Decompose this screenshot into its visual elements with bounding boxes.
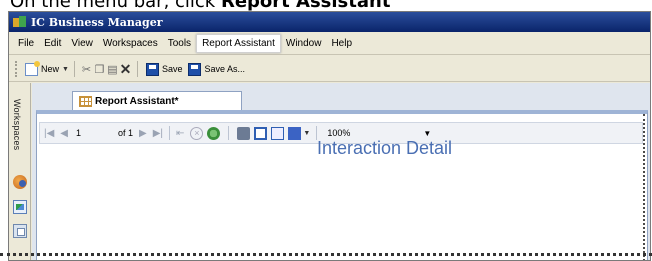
- previous-page-icon[interactable]: ◀: [60, 128, 68, 139]
- report-title: Interaction Detail: [316, 138, 453, 158]
- save-as-icon: [188, 62, 202, 76]
- workspace-area: Report Assistant* |◀ ◀ 1 of 1 ▶ ▶| ⇤ × ▼: [32, 83, 650, 260]
- tab-label: Report Assistant*: [95, 95, 179, 107]
- new-document-icon: [25, 60, 40, 76]
- menu-view[interactable]: View: [66, 35, 98, 52]
- back-icon[interactable]: ⇤: [176, 128, 184, 139]
- new-button-label: New: [41, 64, 60, 74]
- page-break-divider: [0, 253, 652, 261]
- page-number-input[interactable]: 1: [74, 128, 104, 138]
- main-toolbar: New ▼ ✂ ❐ ▤ ✕ Save Save As...: [9, 57, 650, 82]
- document-icon[interactable]: [13, 224, 27, 238]
- menu-edit[interactable]: Edit: [39, 35, 66, 52]
- new-button[interactable]: New: [22, 60, 62, 78]
- report-icon[interactable]: [13, 200, 27, 214]
- menu-window[interactable]: Window: [281, 35, 327, 52]
- last-page-icon[interactable]: ▶|: [153, 128, 163, 139]
- save-icon: [145, 62, 159, 76]
- instruction-target: Report Assistant: [220, 0, 391, 11]
- page-edge-divider: [643, 114, 645, 260]
- save-button[interactable]: Save: [143, 61, 186, 78]
- menu-file[interactable]: File: [13, 35, 39, 52]
- paste-icon[interactable]: ▤: [106, 63, 119, 76]
- delete-icon[interactable]: ✕: [119, 61, 132, 78]
- app-window: IC Business Manager File Edit View Works…: [8, 11, 651, 261]
- menu-help[interactable]: Help: [326, 35, 357, 52]
- toolbar-separator: [136, 61, 138, 77]
- export-dropdown-arrow-icon[interactable]: ▼: [303, 130, 310, 137]
- menu-workspaces[interactable]: Workspaces: [98, 35, 163, 52]
- next-page-icon[interactable]: ▶: [139, 128, 147, 139]
- toolbar-separator: [73, 61, 75, 77]
- interactions-icon[interactable]: [13, 175, 27, 189]
- save-as-button-label: Save As...: [204, 64, 245, 74]
- instruction-caption: On the menu bar, click Report Assistant: [10, 0, 650, 11]
- page-count: of 1: [118, 128, 134, 138]
- report-viewer: |◀ ◀ 1 of 1 ▶ ▶| ⇤ × ▼ 100% ▼: [36, 110, 648, 260]
- tab-report-assistant[interactable]: Report Assistant*: [72, 91, 242, 110]
- grid-icon: [79, 95, 92, 107]
- copy-icon[interactable]: ❐: [93, 63, 106, 76]
- app-logo-icon: [13, 15, 27, 29]
- menu-tools[interactable]: Tools: [163, 35, 196, 52]
- new-dropdown-arrow-icon[interactable]: ▼: [62, 66, 69, 73]
- save-as-button[interactable]: Save As...: [185, 61, 248, 78]
- instruction-prefix: On the menu bar, click: [10, 0, 221, 11]
- window-title: IC Business Manager: [31, 15, 163, 29]
- zoom-dropdown-arrow-icon[interactable]: ▼: [423, 129, 431, 138]
- first-page-icon[interactable]: |◀: [44, 128, 54, 139]
- toolbar-grip[interactable]: [15, 61, 18, 77]
- zoom-select[interactable]: 100%: [327, 128, 423, 138]
- workspaces-sidebar: Workspaces: [9, 83, 31, 260]
- cut-icon[interactable]: ✂: [80, 63, 93, 76]
- menu-bar: File Edit View Workspaces Tools Report A…: [9, 33, 650, 55]
- menu-report-assistant[interactable]: Report Assistant: [196, 34, 281, 53]
- title-bar: IC Business Manager: [9, 12, 650, 32]
- save-button-label: Save: [161, 64, 183, 74]
